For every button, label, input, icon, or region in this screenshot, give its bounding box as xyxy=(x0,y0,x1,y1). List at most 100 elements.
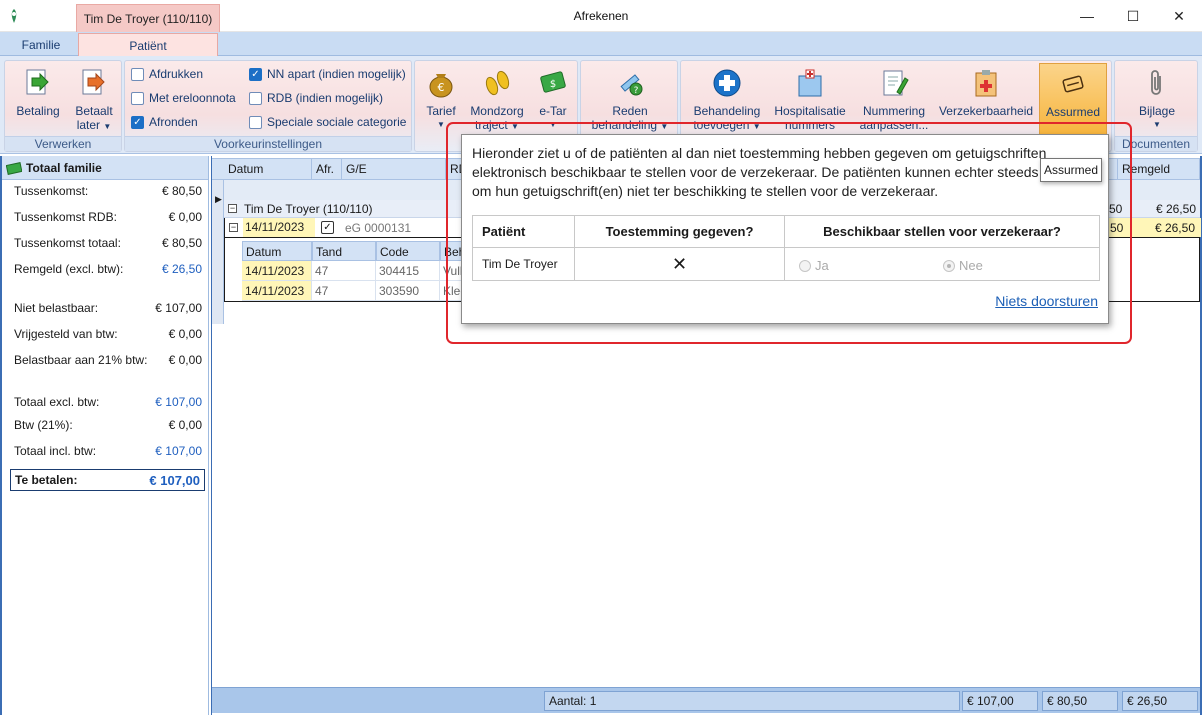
col-afr[interactable]: Afr. xyxy=(312,159,342,180)
col-datum[interactable]: Datum xyxy=(224,159,312,180)
footer-tussenkomst: € 80,50 xyxy=(1042,691,1118,711)
sum-label: Niet belastbaar: xyxy=(14,301,99,315)
consent-radio-cell: Ja Nee xyxy=(785,248,1099,280)
speciale-categorie-checkbox[interactable]: Speciale sociale categorie xyxy=(249,115,406,129)
money-bag-icon: € xyxy=(425,67,457,99)
betaalt-later-label-2: later xyxy=(76,118,101,132)
assurmed-tooltip: Assurmed xyxy=(1040,158,1102,182)
etar-label: e-Tar xyxy=(539,104,567,118)
mondzorg-label-1: Mondzorg xyxy=(470,104,524,118)
detail-cell: 47 xyxy=(312,281,376,301)
detail-cell: 303590 xyxy=(376,281,440,301)
sum-value: € 26,50 xyxy=(161,262,202,276)
sum-row: Totaal incl. btw: € 107,00 xyxy=(14,444,202,458)
svg-text:?: ? xyxy=(634,86,639,96)
collapse-icon[interactable]: − xyxy=(229,223,238,232)
checkmark-icon: ✓ xyxy=(249,67,262,81)
title-bar: Tim De Troyer (110/110) Afrekenen — ☐ ✕ xyxy=(0,0,1202,32)
te-betalen-label: Te betalen: xyxy=(15,473,78,487)
bijlage-button[interactable]: Bijlage ▼ xyxy=(1121,63,1193,135)
col-ge[interactable]: G/E xyxy=(342,159,446,180)
afronden-label: Afronden xyxy=(149,115,198,129)
radio-nee[interactable]: Nee xyxy=(943,258,983,273)
invoice-amount-b: € 26,50 xyxy=(1154,221,1195,235)
sum-row: Tussenkomst totaal: € 80,50 xyxy=(14,236,202,250)
te-betalen-value: € 107,00 xyxy=(149,472,200,488)
assurmed-label: Assurmed xyxy=(1045,105,1101,119)
totals-panel: Totaal familie Tussenkomst: € 80,50 Tusse… xyxy=(0,156,209,715)
niets-doorsturen-link[interactable]: Niets doorsturen xyxy=(995,293,1098,309)
hospital-icon xyxy=(794,67,826,99)
sum-row: Tussenkomst: € 80,50 xyxy=(14,184,202,198)
afdrukken-label: Afdrukken xyxy=(149,67,204,81)
afr-checkbox[interactable]: ✓ xyxy=(321,221,334,234)
sum-label: Tussenkomst: xyxy=(14,184,89,198)
minimize-button[interactable]: — xyxy=(1064,0,1110,32)
consent-col-toestemming: Toestemming gegeven? xyxy=(575,216,785,248)
detail-cell: 14/11/2023 xyxy=(242,261,312,281)
sum-value: € 0,00 xyxy=(168,210,202,224)
detail-col-datum[interactable]: Datum xyxy=(242,241,312,261)
sum-value: € 0,00 xyxy=(168,353,202,367)
detail-cell: 47 xyxy=(312,261,376,281)
patient-amount-b: € 26,50 xyxy=(1155,202,1196,216)
sum-row: Remgeld (excl. btw): € 26,50 xyxy=(14,262,202,276)
nn-apart-checkbox[interactable]: ✓ NN apart (indien mogelijk) xyxy=(249,67,406,81)
maximize-button[interactable]: ☐ xyxy=(1110,0,1156,32)
ereloonnota-checkbox[interactable]: Met ereloonnota xyxy=(131,91,236,105)
sum-label: Vrijgesteld van btw: xyxy=(14,327,118,341)
afronden-checkbox[interactable]: ✓ Afronden xyxy=(131,115,198,129)
consent-table: Patiënt Toestemming gegeven? Beschikbaar… xyxy=(472,215,1100,281)
rdb-checkbox[interactable]: RDB (indien mogelijk) xyxy=(249,91,383,105)
verzekerbaarheid-label: Verzekerbaarheid xyxy=(938,104,1034,118)
checkbox-icon xyxy=(131,91,144,105)
checkmark-icon: ✓ xyxy=(131,115,144,129)
sum-label: Btw (21%): xyxy=(14,418,73,432)
radio-ja-label: Ja xyxy=(815,258,829,273)
betaalt-later-label-1: Betaalt xyxy=(75,104,113,118)
sum-row: Belastbaar aan 21% btw: € 0,00 xyxy=(14,353,202,367)
chevron-down-icon: ▼ xyxy=(437,120,445,129)
consent-col-beschikbaar: Beschikbaar stellen voor verzekeraar? xyxy=(785,216,1099,248)
rdb-label: RDB (indien mogelijk) xyxy=(267,91,384,105)
grid-footer: Aantal: 1 € 107,00 € 80,50 € 26,50 xyxy=(212,687,1200,713)
betaling-button[interactable]: Betaling xyxy=(11,63,65,135)
nummering-label-1: Nummering xyxy=(862,104,925,118)
consent-col-patient: Patiënt xyxy=(473,216,575,248)
sum-label: Remgeld (excl. btw): xyxy=(14,262,124,276)
sum-row: Btw (21%): € 0,00 xyxy=(14,418,202,432)
tab-patient[interactable]: Patiënt xyxy=(78,33,218,57)
betaalt-later-icon xyxy=(78,67,110,99)
collapse-icon[interactable]: − xyxy=(228,204,237,213)
checkbox-icon xyxy=(249,115,262,129)
sum-value: € 0,00 xyxy=(168,418,202,432)
chevron-down-icon: ▼ xyxy=(103,122,112,131)
detail-cell: 304415 xyxy=(376,261,440,281)
reden-label-1: Reden xyxy=(612,104,648,118)
close-button[interactable]: ✕ xyxy=(1156,0,1202,32)
sum-value: € 80,50 xyxy=(161,184,202,198)
speciale-categorie-label: Speciale sociale categorie xyxy=(267,115,407,129)
betaalt-later-button[interactable]: Betaalt later ▼ xyxy=(69,63,119,135)
svg-text:€: € xyxy=(438,81,445,94)
afdrukken-checkbox[interactable]: Afdrukken xyxy=(131,67,203,81)
radio-ja[interactable]: Ja xyxy=(799,258,829,273)
detail-col-code[interactable]: Code xyxy=(376,241,440,261)
ge-number: eG 0000131 xyxy=(345,221,412,235)
card-icon xyxy=(1057,68,1089,100)
group-label-voorkeur: Voorkeurinstellingen xyxy=(125,136,411,151)
tab-familie[interactable]: Familie xyxy=(4,33,78,57)
row-pointer-icon: ▶ xyxy=(215,194,222,204)
patient-context-tab[interactable]: Tim De Troyer (110/110) xyxy=(76,4,220,32)
edit-document-icon xyxy=(878,67,910,99)
sum-row: Vrijgesteld van btw: € 0,00 xyxy=(14,327,202,341)
popup-message: Hieronder ziet u of de patiënten al dan … xyxy=(472,145,1101,199)
app-logo-icon xyxy=(11,9,17,23)
sum-label: Tussenkomst RDB: xyxy=(14,210,117,224)
hospitalisatie-label-1: Hospitalisatie xyxy=(774,104,846,118)
ereloonnota-label: Met ereloonnota xyxy=(149,91,236,105)
minimize-icon: — xyxy=(1080,8,1094,24)
detail-col-tand[interactable]: Tand xyxy=(312,241,376,261)
footer-total: € 107,00 xyxy=(962,691,1038,711)
radio-nee-label: Nee xyxy=(959,258,983,273)
